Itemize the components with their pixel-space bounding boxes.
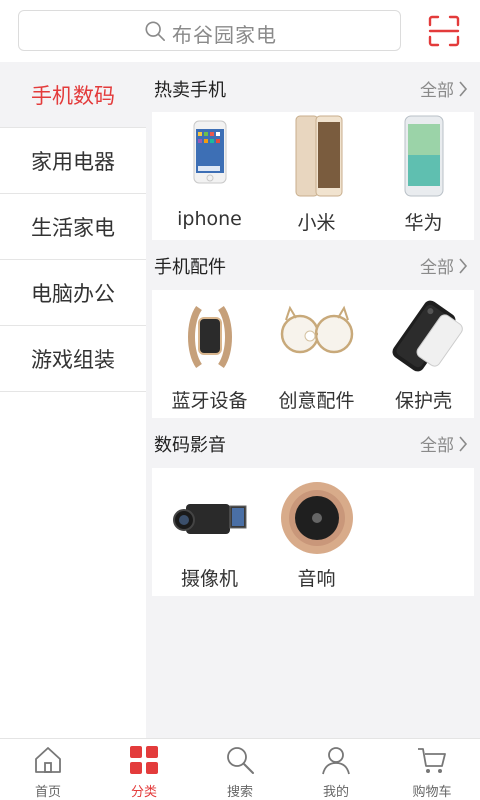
xiaomi-phone-image — [295, 115, 342, 197]
category-content: 热卖手机 全部 iphone 小米 华为 手机配件 全部 蓝牙设备 创意配件 保… — [146, 62, 480, 738]
section-more-link[interactable]: 全部 — [420, 253, 468, 278]
item-label: iphone — [177, 208, 242, 230]
chevron-right-icon — [459, 257, 468, 274]
section-more-link[interactable]: 全部 — [420, 431, 468, 456]
item-label: 小米 — [297, 212, 336, 234]
sidebar-item-gaming-builds[interactable]: 游戏组装 — [0, 326, 146, 392]
item-label: 蓝牙设备 — [171, 390, 248, 412]
tab-label: 购物车 — [412, 785, 452, 800]
category-item-iphone[interactable]: iphone — [156, 112, 263, 240]
search-icon — [145, 21, 165, 41]
tab-label: 我的 — [322, 785, 349, 800]
more-label: 全部 — [420, 436, 454, 456]
category-item-xiaomi[interactable]: 小米 — [263, 112, 370, 240]
item-label: 保护壳 — [394, 390, 452, 412]
speaker-image — [280, 482, 353, 554]
chevron-right-icon — [459, 80, 468, 97]
product-panel: iphone 小米 华为 — [152, 112, 474, 240]
tab-label: 分类 — [130, 785, 157, 800]
tab-home[interactable]: 首页 — [0, 739, 96, 800]
sidebar-item-phones-digital[interactable]: 手机数码 — [0, 62, 146, 128]
section-title-hot-phones: 热卖手机 — [154, 80, 226, 101]
more-label: 全部 — [420, 81, 454, 101]
sidebar-item-home-appliances[interactable]: 家用电器 — [0, 128, 146, 194]
top-bar: 布谷园家电 — [0, 0, 480, 62]
category-icon — [130, 746, 158, 774]
product-panel: 蓝牙设备 创意配件 保护壳 — [152, 290, 474, 418]
category-sidebar: 手机数码 家用电器 生活家电 电脑办公 游戏组装 — [0, 62, 146, 738]
huawei-phone-image — [404, 115, 443, 197]
section-title-digital-av: 数码影音 — [154, 435, 226, 456]
item-label: 摄像机 — [180, 568, 238, 590]
tab-search[interactable]: 搜索 — [192, 739, 288, 800]
item-label: 华为 — [404, 212, 443, 234]
cat-glasses-stand-image — [280, 305, 353, 354]
more-label: 全部 — [420, 258, 454, 278]
search-icon — [227, 747, 254, 774]
item-label: 创意配件 — [278, 390, 355, 412]
category-item-huawei[interactable]: 华为 — [370, 112, 477, 240]
category-item-camcorder[interactable]: 摄像机 — [156, 468, 263, 596]
item-label: 音响 — [297, 568, 336, 590]
user-icon — [322, 747, 350, 775]
search-placeholder: 布谷园家电 — [172, 23, 277, 47]
section-more-link[interactable]: 全部 — [420, 76, 468, 101]
category-item-speaker[interactable]: 音响 — [263, 468, 370, 596]
sidebar-item-computer-office[interactable]: 电脑办公 — [0, 260, 146, 326]
home-icon — [35, 747, 61, 773]
chevron-right-icon — [459, 435, 468, 452]
tab-label: 搜索 — [226, 785, 253, 800]
scan-icon[interactable] — [428, 15, 460, 47]
tab-label: 首页 — [34, 785, 61, 800]
tab-category[interactable]: 分类 — [96, 739, 192, 800]
category-item-creative[interactable]: 创意配件 — [263, 290, 370, 418]
tab-cart[interactable]: 购物车 — [384, 739, 480, 800]
camcorder-image — [172, 504, 246, 534]
sidebar-item-life-appliances[interactable]: 生活家电 — [0, 194, 146, 260]
iphone-image — [193, 120, 226, 184]
product-panel: 摄像机 音响 — [152, 468, 474, 596]
cart-icon — [418, 748, 446, 773]
smart-band-image — [187, 305, 232, 369]
category-item-case[interactable]: 保护壳 — [370, 290, 477, 418]
search-input[interactable]: 布谷园家电 — [18, 10, 401, 51]
bottom-tab-bar: 首页 分类 搜索 我的 购物车 — [0, 738, 480, 800]
section-title-accessories: 手机配件 — [154, 257, 226, 278]
phone-case-image — [392, 300, 463, 372]
tab-profile[interactable]: 我的 — [288, 739, 384, 800]
category-item-bluetooth[interactable]: 蓝牙设备 — [156, 290, 263, 418]
